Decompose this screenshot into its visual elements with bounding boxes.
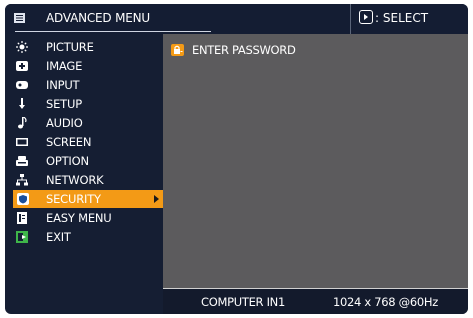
title-underline — [15, 31, 211, 32]
password-lock-icon — [171, 44, 184, 56]
menu-item-picture[interactable]: PICTURE — [5, 38, 163, 56]
menu-item-label: IMAGE — [46, 59, 83, 73]
menu-item-screen[interactable]: SCREEN — [5, 133, 163, 151]
menu-title: ADVANCED MENU — [46, 11, 150, 25]
input-source-status: COMPUTER IN1 — [201, 295, 286, 309]
menu-item-security[interactable]: SECURITY — [13, 190, 163, 208]
setup-icon — [19, 98, 25, 109]
network-icon — [16, 174, 28, 186]
menu-item-audio[interactable]: AUDIO — [5, 114, 163, 132]
audio-icon — [18, 117, 27, 129]
menu-item-label: OPTION — [46, 154, 89, 168]
menu-item-label: SECURITY — [46, 192, 101, 206]
select-hint: : SELECT — [359, 10, 428, 26]
image-icon — [16, 61, 28, 71]
menu-item-input[interactable]: INPUT — [5, 76, 163, 94]
menu-item-exit[interactable]: EXIT — [5, 228, 163, 246]
resolution-status: 1024 x 768 @60Hz — [332, 295, 438, 309]
easy-menu-icon — [17, 212, 27, 224]
status-bar: COMPUTER IN1 1024 x 768 @60Hz — [163, 289, 468, 314]
menu-item-label: NETWORK — [46, 173, 104, 187]
menu-icon — [14, 13, 25, 23]
menu-item-option[interactable]: OPTION — [5, 152, 163, 170]
input-icon — [16, 81, 28, 89]
select-button-icon — [359, 10, 373, 24]
menu-item-label: PICTURE — [46, 40, 94, 54]
screen-icon — [16, 138, 28, 146]
menu-item-label: INPUT — [46, 78, 80, 92]
menu-item-label: AUDIO — [46, 116, 83, 130]
header-divider — [350, 4, 351, 34]
menu-header: ADVANCED MENU : SELECT — [5, 4, 468, 34]
security-submenu-panel: ENTER PASSWORD — [163, 34, 468, 288]
picture-icon — [16, 41, 28, 53]
menu-item-label: EASY MENU — [46, 211, 112, 225]
exit-icon — [16, 231, 28, 243]
enter-password-label: ENTER PASSWORD — [192, 43, 296, 57]
menu-item-label: SETUP — [46, 97, 82, 111]
menu-item-image[interactable]: IMAGE — [5, 57, 163, 75]
projector-osd-menu: ADVANCED MENU : SELECT PICTURE IMAGE INP… — [5, 4, 468, 314]
option-icon — [16, 156, 28, 166]
security-icon — [17, 193, 29, 205]
screen-frame: ADVANCED MENU : SELECT PICTURE IMAGE INP… — [0, 0, 473, 318]
menu-item-label: SCREEN — [46, 135, 92, 149]
menu-item-setup[interactable]: SETUP — [5, 95, 163, 113]
menu-item-easy-menu[interactable]: EASY MENU — [5, 209, 163, 227]
submenu-arrow-icon — [154, 195, 159, 203]
menu-item-label: EXIT — [46, 230, 71, 244]
menu-item-network[interactable]: NETWORK — [5, 171, 163, 189]
select-hint-label: SELECT — [382, 11, 429, 25]
